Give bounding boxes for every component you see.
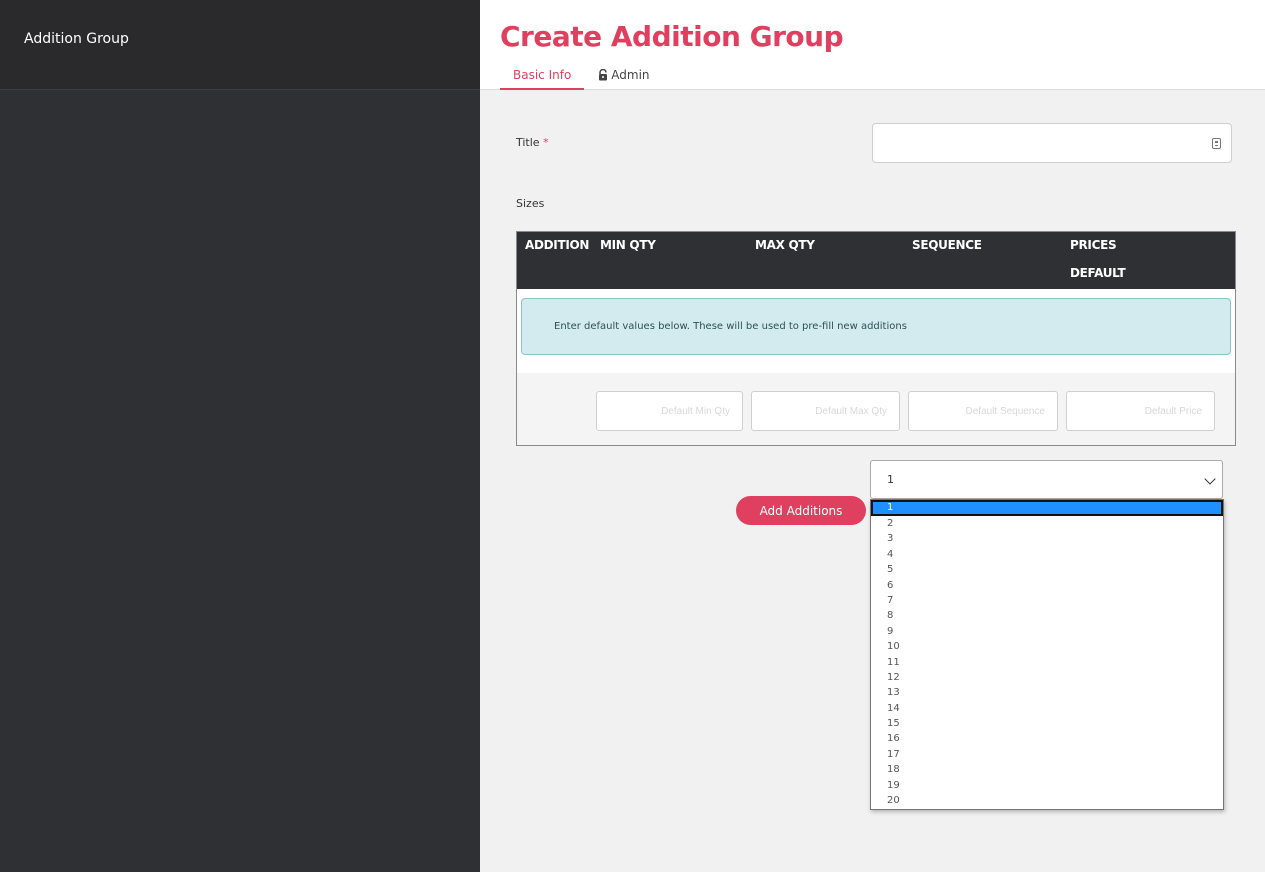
- page-title: Create Addition Group: [500, 20, 844, 53]
- main-content: Create Addition Group Basic Info Admin T…: [480, 0, 1265, 872]
- default-price-field[interactable]: [1066, 391, 1215, 431]
- dropdown-option[interactable]: 5: [871, 562, 1223, 577]
- default-max-qty-input[interactable]: [752, 392, 899, 430]
- tab-bar: Basic Info Admin: [500, 64, 663, 90]
- info-row: Enter default values below. These will b…: [517, 289, 1235, 373]
- dropdown-option[interactable]: 20: [871, 793, 1223, 808]
- default-max-qty-field[interactable]: [751, 391, 900, 431]
- quantity-select[interactable]: 1: [870, 460, 1223, 499]
- dropdown-option[interactable]: 4: [871, 547, 1223, 562]
- info-alert: Enter default values below. These will b…: [521, 298, 1231, 355]
- th-addition: ADDITION: [525, 238, 590, 252]
- dropdown-option[interactable]: 19: [871, 778, 1223, 793]
- table-header: ADDITION MIN QTY MAX QTY SEQUENCE PRICES…: [517, 232, 1235, 289]
- dropdown-option[interactable]: 10: [871, 639, 1223, 654]
- default-min-qty-input[interactable]: [597, 392, 742, 430]
- dropdown-option[interactable]: 8: [871, 608, 1223, 623]
- sizes-table: ADDITION MIN QTY MAX QTY SEQUENCE PRICES…: [516, 231, 1236, 446]
- sidebar: Addition Group: [0, 0, 480, 872]
- info-message: Enter default values below. These will b…: [554, 321, 907, 332]
- tab-basic-info[interactable]: Basic Info: [500, 64, 585, 90]
- dropdown-option[interactable]: 11: [871, 655, 1223, 670]
- default-sequence-field[interactable]: [908, 391, 1058, 431]
- quantity-dropdown-list: 1 2 3 4 5 6 7 8 9 10 11 12 13 14 15 16 1…: [870, 499, 1224, 810]
- chevron-down-icon: [1204, 473, 1216, 485]
- dropdown-option[interactable]: 6: [871, 578, 1223, 593]
- lock-icon: [599, 69, 608, 81]
- tab-admin[interactable]: Admin: [584, 64, 662, 90]
- default-price-input[interactable]: [1067, 392, 1214, 430]
- dropdown-option[interactable]: 15: [871, 716, 1223, 731]
- dropdown-option[interactable]: 18: [871, 762, 1223, 777]
- sidebar-header: Addition Group: [0, 0, 480, 90]
- dropdown-option[interactable]: 14: [871, 701, 1223, 716]
- sidebar-title[interactable]: Addition Group: [24, 31, 129, 47]
- default-sequence-input[interactable]: [909, 392, 1057, 430]
- th-min-qty: MIN QTY: [600, 238, 656, 252]
- dropdown-option[interactable]: 1: [871, 500, 1223, 516]
- th-max-qty: MAX QTY: [755, 238, 815, 252]
- title-label-text: Title: [516, 136, 540, 149]
- dropdown-option[interactable]: 16: [871, 731, 1223, 746]
- dropdown-option[interactable]: 17: [871, 747, 1223, 762]
- dropdown-option[interactable]: 12: [871, 670, 1223, 685]
- tab-basic-info-label: Basic Info: [513, 68, 572, 82]
- title-input[interactable]: [873, 124, 1231, 162]
- dropdown-option[interactable]: 7: [871, 593, 1223, 608]
- th-default: DEFAULT: [1070, 266, 1126, 280]
- tab-admin-label: Admin: [611, 68, 650, 82]
- dropdown-option[interactable]: 9: [871, 624, 1223, 639]
- dropdown-option[interactable]: 13: [871, 685, 1223, 700]
- title-field[interactable]: [872, 123, 1232, 163]
- required-mark: *: [543, 136, 549, 149]
- default-min-qty-field[interactable]: [596, 391, 743, 431]
- sizes-label: Sizes: [516, 197, 545, 210]
- dropdown-option[interactable]: 2: [871, 516, 1223, 531]
- th-prices: PRICES: [1070, 238, 1117, 252]
- th-sequence: SEQUENCE: [912, 238, 982, 252]
- title-label: Title *: [516, 136, 549, 149]
- add-additions-button[interactable]: Add Additions: [736, 496, 866, 525]
- autofill-icon[interactable]: [1212, 138, 1221, 149]
- quantity-select-value: 1: [887, 473, 894, 486]
- page-header: Create Addition Group Basic Info Admin: [480, 0, 1265, 90]
- dropdown-option[interactable]: 3: [871, 531, 1223, 546]
